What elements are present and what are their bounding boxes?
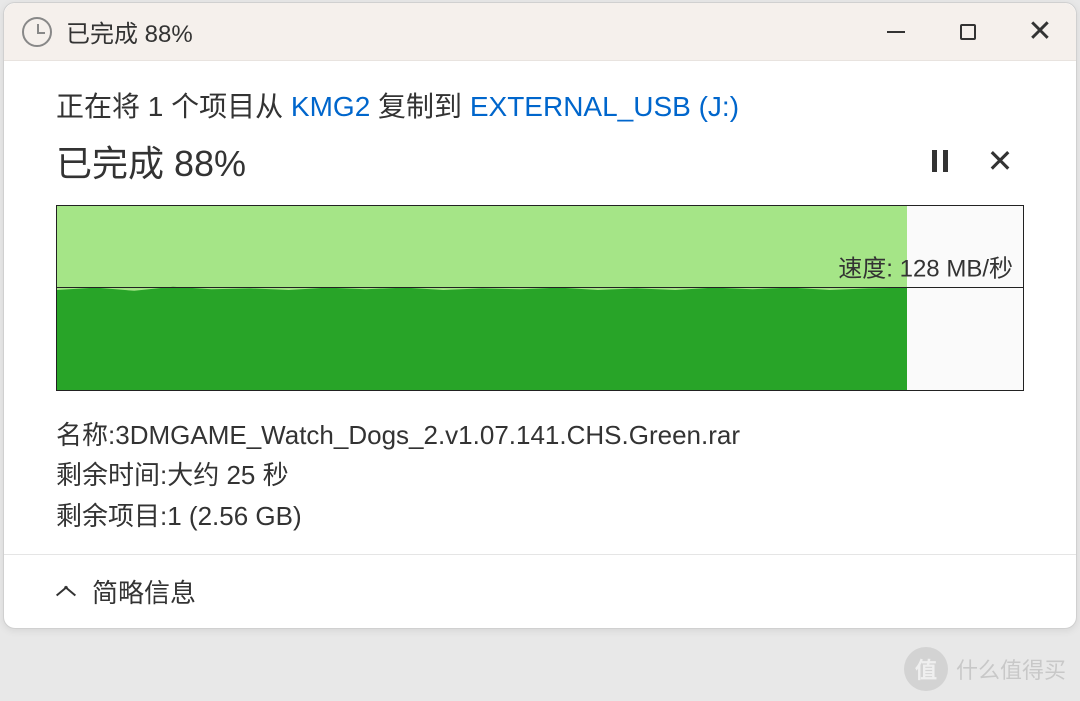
cancel-icon: ✕ [987, 142, 1014, 180]
maximize-icon [960, 24, 976, 40]
speed-reference-line [57, 287, 1023, 288]
detail-time-label: 剩余时间: [56, 455, 167, 495]
watermark-badge: 值 [904, 647, 948, 691]
watermark-text: 什么值得买 [956, 653, 1066, 685]
window-controls: ✕ [860, 3, 1076, 60]
detail-time-value: 大约 25 秒 [167, 455, 288, 495]
chart-speed-area [57, 206, 907, 390]
detail-name-label: 名称: [56, 415, 115, 455]
window-title: 已完成 88% [66, 14, 193, 49]
details-toggle[interactable]: 简略信息 [92, 573, 196, 610]
destination-link[interactable]: EXTERNAL_USB (J:) [470, 91, 739, 122]
detail-name-value: 3DMGAME_Watch_Dogs_2.v1.07.141.CHS.Green… [115, 415, 740, 455]
detail-items-row: 剩余项目: 1 (2.56 GB) [56, 496, 1024, 536]
titlebar: 已完成 88% ✕ [4, 3, 1076, 61]
detail-name-row: 名称: 3DMGAME_Watch_Dogs_2.v1.07.141.CHS.G… [56, 415, 1024, 455]
chevron-up-icon[interactable] [56, 585, 76, 597]
maximize-button[interactable] [932, 3, 1004, 60]
transfer-details: 名称: 3DMGAME_Watch_Dogs_2.v1.07.141.CHS.G… [56, 415, 1024, 536]
dialog-content: 正在将 1 个项目从 KMG2 复制到 EXTERNAL_USB (J:) 已完… [4, 61, 1076, 554]
progress-label: 已完成 88% [56, 135, 904, 187]
detail-items-value: 1 (2.56 GB) [167, 496, 301, 536]
pause-icon [932, 150, 948, 172]
speed-label: 速度: 128 MB/秒 [838, 248, 1013, 283]
speed-chart: 速度: 128 MB/秒 [56, 205, 1024, 391]
dialog-footer: 简略信息 [4, 554, 1076, 628]
close-icon: ✕ [1027, 17, 1052, 47]
close-window-button[interactable]: ✕ [1004, 3, 1076, 60]
detail-items-label: 剩余项目: [56, 496, 167, 536]
pause-button[interactable] [916, 137, 964, 185]
minimize-icon [887, 31, 905, 33]
copy-middle: 复制到 [370, 91, 470, 122]
cancel-button[interactable]: ✕ [976, 137, 1024, 185]
copy-description: 正在将 1 个项目从 KMG2 复制到 EXTERNAL_USB (J:) [56, 85, 1024, 125]
source-link[interactable]: KMG2 [291, 91, 370, 122]
watermark: 值 什么值得买 [904, 647, 1066, 691]
detail-time-row: 剩余时间: 大约 25 秒 [56, 455, 1024, 495]
progress-row: 已完成 88% ✕ [56, 135, 1024, 187]
file-copy-dialog: 已完成 88% ✕ 正在将 1 个项目从 KMG2 复制到 EXTERNAL_U… [3, 2, 1077, 629]
clock-icon [22, 17, 52, 47]
speed-label-value: 128 MB/秒 [900, 255, 1013, 282]
speed-label-prefix: 速度: [838, 255, 899, 282]
copy-prefix: 正在将 1 个项目从 [56, 91, 291, 122]
minimize-button[interactable] [860, 3, 932, 60]
